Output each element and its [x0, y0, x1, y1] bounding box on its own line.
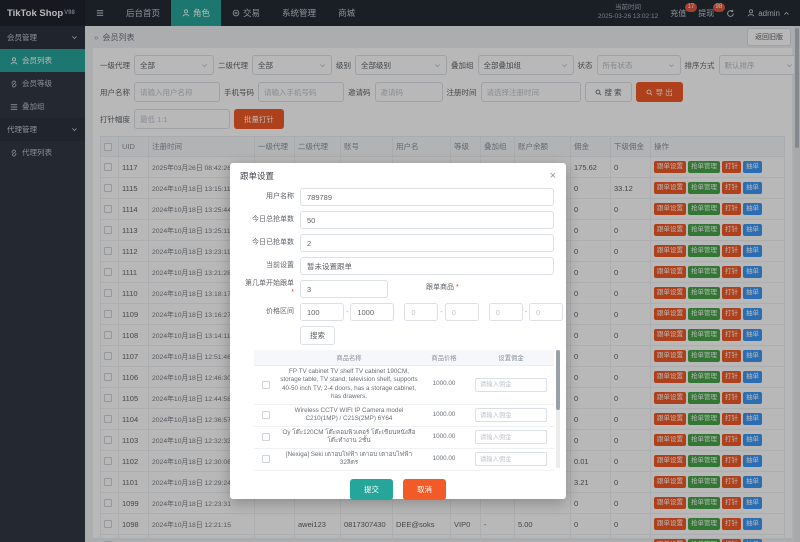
modal-title: 跟单设置 [240, 171, 275, 181]
product-price: 1000.00 [420, 426, 468, 449]
modal-start-order-input[interactable] [300, 280, 388, 298]
modal-product-table-wrap: 商品名称 商品价格 设置佣金 FP TV cabinet TV shelf TV c… [254, 350, 560, 471]
product-name: Oy โต๊ะ120CM โต๊ะคอมพิวเตอร์ โต๊ะเขียนหน… [278, 426, 420, 449]
modal-product-table: 商品名称 商品价格 设置佣金 FP TV cabinet TV shelf TV c… [254, 350, 554, 471]
commission-input[interactable] [475, 377, 547, 392]
product-price: 1000.00 [420, 448, 468, 471]
product-price: 1000.00 [420, 404, 468, 427]
dash-separator: - [440, 308, 443, 316]
follow-order-settings-modal: 跟单设置 × 用户名称 今日总抢单数 今日已抢单数 当前设置 第几单开始跟单 *… [230, 163, 566, 500]
product-row: Oy โต๊ะ120CM โต๊ะคอมพิวเตอร์ โต๊ะเขียนหน… [254, 426, 554, 449]
dash-separator: - [346, 308, 349, 316]
modal-body: 用户名称 今日总抢单数 今日已抢单数 当前设置 第几单开始跟单 * 跟单商品 *… [230, 186, 566, 471]
product-name: [Nexiga] Seki เตาอบไฟฟ้า เตาอบ เตาอบไฟฟ้… [278, 448, 420, 471]
product-row: Wireless CCTV WIFI IP Camera model C210(… [254, 404, 554, 427]
dash-separator: - [524, 308, 528, 316]
modal-total-orders-label: 今日总抢单数 [252, 215, 294, 223]
product-checkbox[interactable] [262, 411, 270, 419]
product-name: Wireless CCTV WIFI IP Camera model C210(… [278, 404, 420, 427]
modal-current-setting-input[interactable] [300, 257, 554, 275]
modal-total-orders-input[interactable] [300, 211, 554, 229]
modal-products-label: 跟单商品 * [426, 284, 459, 291]
product-checkbox[interactable] [262, 455, 270, 463]
price-range-input-1[interactable] [350, 303, 395, 321]
modal-table-scrollbar-thumb[interactable] [556, 350, 560, 410]
modal-price-range-label: 价格区间 [266, 307, 294, 315]
product-column-header-商品名称: 商品名称 [278, 350, 420, 366]
modal-price-range-row: 价格区间 - - - [242, 303, 564, 321]
product-row: FP TV cabinet TV shelf TV cabinet 190CM,… [254, 365, 554, 405]
modal-username-input[interactable] [300, 188, 554, 206]
price-range-input-4[interactable] [488, 303, 523, 321]
modal-start-order-label: 第几单开始跟单 * [245, 280, 294, 296]
modal-current-setting-label: 当前设置 [266, 261, 294, 269]
commission-input[interactable] [475, 430, 547, 444]
price-range-input-5[interactable] [529, 303, 564, 321]
submit-button[interactable]: 提交 [350, 478, 393, 500]
product-row: [Nexiga] Seki เตาอบไฟฟ้า เตาอบ เตาอบไฟฟ้… [254, 448, 554, 471]
modal-header: 跟单设置 × [230, 163, 566, 186]
modal-username-label: 用户名称 [266, 192, 294, 200]
product-name: FP TV cabinet TV shelf TV cabinet 190CM,… [278, 365, 420, 405]
commission-input[interactable] [475, 408, 547, 422]
product-price: 1000.00 [420, 365, 468, 405]
modal-table-scrollbar[interactable] [556, 350, 560, 468]
price-range-input-2[interactable] [404, 303, 439, 321]
product-column-header-设置佣金: 设置佣金 [468, 350, 554, 366]
price-range-input-0[interactable] [300, 303, 344, 321]
modal-done-orders-label: 今日已抢单数 [252, 238, 294, 246]
product-checkbox[interactable] [262, 380, 270, 389]
cancel-button[interactable]: 取消 [403, 478, 446, 500]
modal-done-orders-input[interactable] [300, 234, 554, 252]
modal-footer: 提交 取消 [230, 471, 566, 512]
close-icon[interactable]: × [550, 170, 556, 182]
modal-search-button[interactable]: 搜索 [300, 326, 335, 345]
commission-input[interactable] [475, 452, 547, 466]
product-checkbox[interactable] [262, 433, 270, 441]
product-column-header-商品价格: 商品价格 [420, 350, 468, 366]
price-range-input-3[interactable] [444, 303, 479, 321]
